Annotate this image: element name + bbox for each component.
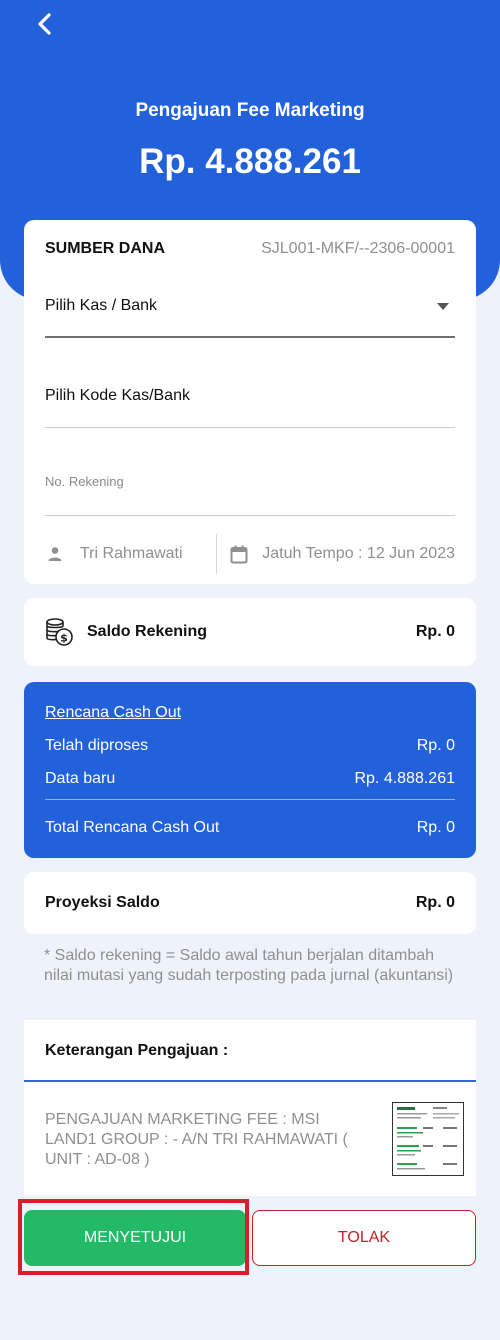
requester-name: Tri Rahmawati (80, 545, 183, 562)
document-thumbnail-image (397, 1107, 459, 1170)
coins-icon: $ (46, 618, 73, 646)
cash-out-plan-link[interactable]: Rencana Cash Out (45, 704, 181, 722)
balance-footnote: * Saldo rekening = Saldo awal tahun berj… (44, 947, 454, 984)
due-date: Jatuh Tempo : 12 Jun 2023 (218, 545, 455, 564)
document-code: SJL001-MKF/--2306-00001 (261, 240, 455, 257)
kas-bank-dropdown-value: Pilih Kas / Bank (45, 297, 158, 314)
rekening-placeholder: No. Rekening (45, 474, 124, 489)
account-balance-value: Rp. 0 (415, 623, 455, 640)
due-date-text: Jatuh Tempo : 12 Jun 2023 (262, 545, 455, 562)
balance-projection-label: Proyeksi Saldo (45, 894, 160, 911)
submission-description-card: Keterangan Pengajuan : PENGAJUAN MARKETI… (24, 1020, 476, 1196)
reject-button[interactable]: TOLAK (252, 1210, 476, 1266)
svg-text:$: $ (60, 632, 68, 645)
cash-out-row-value: Rp. 4.888.261 (354, 770, 455, 787)
description-text: PENGAJUAN MARKETING FEE : MSI LAND1 GROU… (45, 1111, 348, 1168)
divider (24, 1080, 476, 1082)
cash-out-row-label: Data baru (45, 770, 116, 787)
back-button[interactable] (28, 8, 60, 40)
calendar-icon (230, 545, 248, 563)
cash-out-total-row: Total Rencana Cash Out Rp. 0 (45, 819, 455, 837)
divider (45, 799, 455, 800)
kode-kas-bank-field[interactable]: Pilih Kode Kas/Bank (45, 378, 455, 428)
cash-out-row-processed: Telah diproses Rp. 0 (45, 737, 455, 755)
balance-projection-card: Proyeksi Saldo Rp. 0 (24, 872, 476, 934)
cash-out-total-value: Rp. 0 (416, 819, 455, 836)
kas-bank-dropdown[interactable]: Pilih Kas / Bank (45, 288, 455, 338)
fund-source-label: SUMBER DANA (45, 240, 165, 257)
submission-amount: Rp. 4.888.261 (139, 142, 361, 181)
info-row: Tri Rahmawati Jatuh Tempo : 12 Jun 2023 (45, 534, 455, 574)
rekening-input[interactable]: No. Rekening (45, 466, 455, 516)
account-balance-label: Saldo Rekening (87, 623, 208, 640)
requester: Tri Rahmawati (45, 534, 217, 574)
cash-out-row-label: Telah diproses (45, 737, 149, 754)
balance-projection-value: Rp. 0 (415, 894, 455, 911)
kode-kas-bank-value: Pilih Kode Kas/Bank (45, 387, 190, 404)
cash-out-row-new: Data baru Rp. 4.888.261 (45, 770, 455, 788)
highlight-box (18, 1199, 249, 1275)
attachment-thumbnail[interactable] (392, 1102, 464, 1176)
fund-source-card: SUMBER DANA SJL001-MKF/--2306-00001 Pili… (24, 220, 476, 584)
cash-out-row-value: Rp. 0 (416, 737, 455, 754)
person-icon (48, 547, 62, 561)
caret-down-icon (437, 303, 449, 310)
description-label: Keterangan Pengajuan : (45, 1042, 229, 1059)
cash-out-total-label: Total Rencana Cash Out (45, 819, 220, 836)
chevron-left-icon (38, 13, 51, 35)
cash-out-plan-card: Rencana Cash Out Telah diproses Rp. 0 Da… (24, 682, 476, 858)
account-balance-card: $ Saldo Rekening Rp. 0 (24, 598, 476, 666)
page-title: Pengajuan Fee Marketing (135, 100, 365, 121)
